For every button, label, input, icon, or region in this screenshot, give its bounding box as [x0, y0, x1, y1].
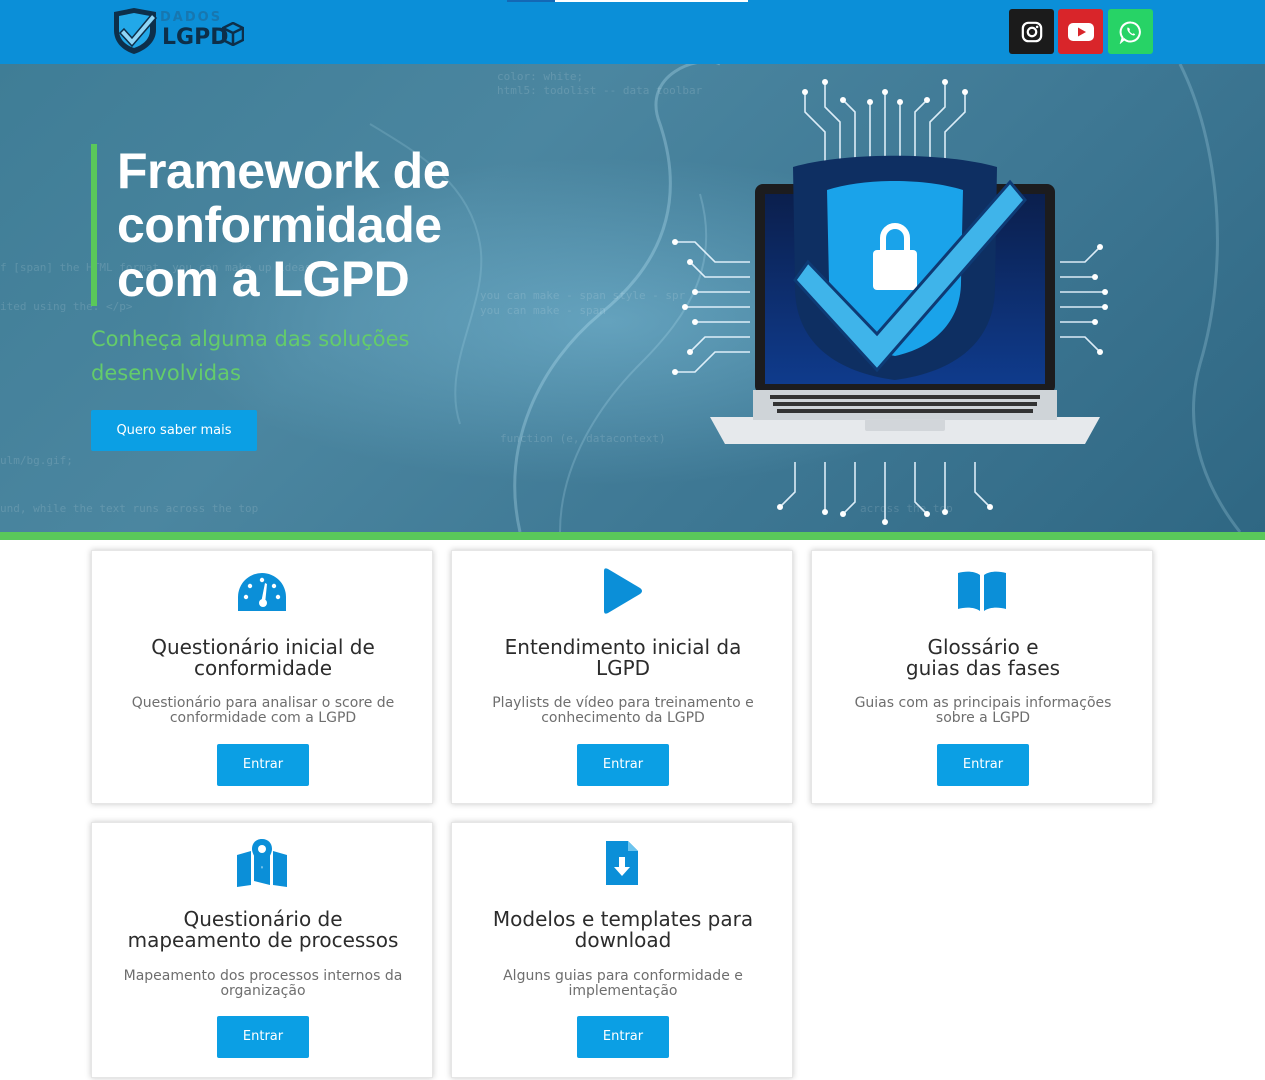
card-title-line: Modelos e templates para — [492, 907, 754, 931]
card-title-line: Questionário inicial de — [151, 635, 375, 659]
card-title-line: Questionário de — [183, 907, 343, 931]
hero-title-line: Framework de — [117, 143, 451, 199]
card-description-line: Alguns guias para conformidade e — [503, 968, 743, 984]
enter-button[interactable]: Entrar — [217, 744, 309, 786]
hero-title-line: conformidade — [117, 197, 442, 253]
card-description-line: Questionário para analisar o score de — [131, 695, 395, 711]
card-description: Alguns guias para conformidade e impleme… — [472, 969, 774, 999]
whatsapp-link[interactable] — [1108, 9, 1153, 54]
feature-card-process-mapping: Questionário de mapeamento de processos … — [91, 822, 433, 1078]
card-description-line: conhecimento da LGPD — [541, 710, 705, 726]
card-description: Mapeamento dos processos internos da org… — [112, 969, 414, 999]
feature-card-compliance-questionnaire: Questionário inicial de conformidade Que… — [91, 550, 433, 804]
card-title-line: mapeamento de processos — [127, 928, 399, 952]
background-code-text: function (e, datacontext) — [500, 432, 666, 445]
card-description-line: sobre a LGPD — [935, 710, 1031, 726]
card-description-line: Guias com as principais informações — [854, 695, 1112, 711]
feature-card-lgpd-understanding: Entendimento inicial da LGPD Playlists d… — [451, 550, 793, 804]
feature-card-templates-download: Modelos e templates para download Alguns… — [451, 822, 793, 1078]
map-pin-icon — [237, 839, 287, 887]
background-code-text: ulm/bg.gif; — [0, 454, 73, 467]
card-description: Questionário para analisar o score de co… — [112, 696, 414, 726]
learn-more-button[interactable]: Quero saber mais — [91, 410, 257, 451]
card-description: Guias com as principais informações sobr… — [832, 696, 1134, 726]
whatsapp-icon — [1119, 20, 1141, 44]
background-code-text: und, while the text runs across the top — [0, 502, 259, 515]
enter-button[interactable]: Entrar — [577, 744, 669, 786]
card-description-line: conformidade com a LGPD — [169, 710, 357, 726]
card-title: Questionário de mapeamento de processos — [112, 909, 414, 951]
scroll-progress-bar — [507, 0, 748, 2]
hero-banner: color: white; html5: todolist -- data to… — [0, 64, 1265, 532]
enter-button[interactable]: Entrar — [937, 744, 1029, 786]
background-code-text: ited using the: </p> — [0, 300, 133, 313]
file-download-icon — [606, 841, 638, 885]
card-title: Questionário inicial de conformidade — [112, 637, 414, 679]
hero-bottom-divider — [0, 532, 1265, 540]
card-description-line: Mapeamento dos processos internos da — [123, 968, 403, 984]
card-title-line: LGPD — [595, 656, 651, 680]
card-description: Playlists de vídeo para treinamento e co… — [472, 696, 774, 726]
book-open-icon — [958, 571, 1006, 611]
card-title-line: Entendimento inicial da — [504, 635, 742, 659]
card-title: Entendimento inicial da LGPD — [472, 637, 774, 679]
scroll-progress-fill — [507, 0, 556, 2]
card-title: Glossário e guias das fases — [832, 637, 1134, 679]
youtube-icon — [1067, 22, 1094, 41]
site-logo[interactable]: DADOS LGPD — [110, 8, 250, 58]
top-navigation-bar: DADOS LGPD — [0, 0, 1265, 64]
card-description-line: organização — [220, 983, 306, 999]
card-description-line: implementação — [568, 983, 678, 999]
hero-subtitle-line: Conheça alguma das soluções — [91, 327, 410, 351]
logo-text-dados: DADOS — [160, 10, 223, 25]
logo-text-lgpd: LGPD — [162, 25, 229, 50]
instagram-icon — [1021, 21, 1042, 42]
youtube-link[interactable] — [1058, 9, 1103, 54]
card-title: Modelos e templates para download — [472, 909, 774, 951]
speedometer-icon — [238, 573, 286, 611]
hero-title-accent-bar — [91, 144, 97, 306]
play-icon — [604, 568, 642, 614]
card-title-line: guias das fases — [905, 656, 1061, 680]
feature-card-glossary: Glossário e guias das fases Guias com as… — [811, 550, 1153, 804]
cube-icon — [222, 22, 244, 46]
hero-subtitle: Conheça alguma das soluções desenvolvida… — [91, 322, 491, 390]
hero-subtitle-line: desenvolvidas — [91, 361, 241, 385]
card-description-line: Playlists de vídeo para treinamento e — [492, 695, 754, 711]
enter-button[interactable]: Entrar — [217, 1016, 309, 1058]
background-code-text: color: white; — [497, 70, 584, 83]
card-title-line: download — [574, 928, 672, 952]
card-title-line: Glossário e — [927, 635, 1039, 659]
hero-title-line: com a LGPD — [117, 251, 410, 307]
shield-check-logo-icon — [114, 8, 158, 54]
enter-button[interactable]: Entrar — [577, 1016, 669, 1058]
laptop-security-illustration — [672, 79, 1108, 525]
card-title-line: conformidade — [193, 656, 333, 680]
hero-title: Framework de conformidade com a LGPD — [117, 144, 577, 306]
instagram-link[interactable] — [1009, 9, 1054, 54]
